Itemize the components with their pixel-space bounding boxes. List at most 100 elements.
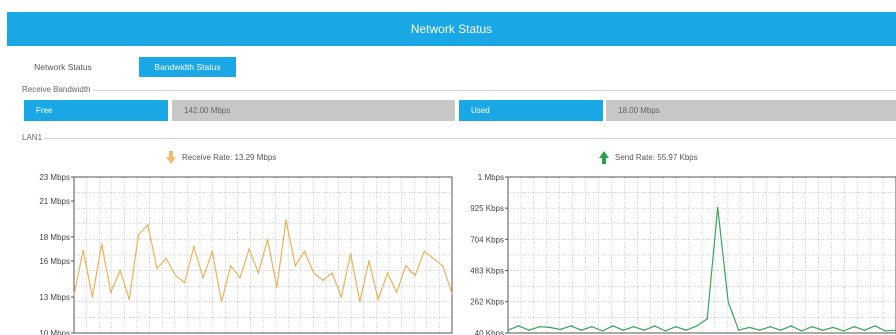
free-label: Free xyxy=(24,100,168,121)
send-rate-point xyxy=(643,329,646,332)
arrow-up-icon xyxy=(599,151,609,164)
receive-y-tick-label: 21 Mbps xyxy=(39,197,70,206)
send-rate-point xyxy=(706,318,708,320)
receive-rate-point xyxy=(248,248,250,250)
receive-rate-point xyxy=(414,274,416,277)
receive-rate-point xyxy=(229,265,232,267)
receive-chart-grid xyxy=(74,177,452,333)
send-rate-point xyxy=(601,330,604,332)
free-label-text: Free xyxy=(36,106,53,115)
used-bandwidth-value: 18.00 Mbps xyxy=(606,100,896,121)
send-y-tick-label: 262 Kbps xyxy=(470,298,504,307)
send-rate-point xyxy=(622,329,625,332)
receive-rate-point xyxy=(183,281,186,284)
send-chart-grid xyxy=(508,177,896,333)
receive-rate-point xyxy=(386,272,389,274)
receive-rate-point xyxy=(377,298,380,301)
send-rate-point xyxy=(570,325,572,327)
send-rate-point xyxy=(821,329,824,332)
send-rate-point xyxy=(832,326,834,329)
send-y-tick-label: 925 Kbps xyxy=(470,204,504,213)
receive-rate-point xyxy=(442,265,444,267)
receive-y-tick-label: 18 Mbps xyxy=(39,233,70,242)
send-rate-text: Send Rate: 55.97 Kbps xyxy=(615,153,698,162)
send-rate-point xyxy=(612,325,614,327)
tab-network-status[interactable]: Network Status xyxy=(20,57,106,77)
receive-rate-point xyxy=(220,301,223,303)
send-rate-point xyxy=(517,325,520,327)
send-rate-point xyxy=(591,325,593,328)
send-rate-point xyxy=(874,325,876,327)
send-rate-point xyxy=(685,329,688,332)
arrow-down-icon xyxy=(166,151,176,164)
used-label-text: Used xyxy=(471,106,490,115)
send-y-tick-label: 483 Kbps xyxy=(470,267,504,276)
bandwidth-charts: 23 Mbps 21 Mbps 18 Mbps 16 Mbps 13 Mbps 10 Mb… xyxy=(39,173,896,335)
receive-rate-point xyxy=(128,298,131,301)
receive-rate-point xyxy=(239,277,241,279)
send-rate-point xyxy=(853,325,855,328)
page-title: Network Status xyxy=(410,22,493,36)
lan-divider xyxy=(24,138,896,139)
receive-rate-point xyxy=(91,296,94,298)
receive-rate-point xyxy=(211,250,214,253)
receive-rate-point xyxy=(156,267,158,270)
receive-rate-point xyxy=(82,249,84,251)
tab-network-status-label: Network Status xyxy=(34,62,92,72)
receive-rate-point xyxy=(73,293,75,296)
send-rate-point xyxy=(758,329,761,332)
send-rate-point xyxy=(528,329,530,332)
send-y-tick-label: 40 Kbps xyxy=(475,329,504,335)
send-rate-points xyxy=(507,206,896,332)
receive-rate-point xyxy=(322,279,324,282)
send-rate-point xyxy=(779,329,782,332)
send-rate-point xyxy=(538,325,541,328)
send-rate-point xyxy=(549,326,551,329)
receive-rate: Receive Rate: 13.29 Mbps xyxy=(166,151,276,164)
send-rate-point xyxy=(633,325,635,328)
receive-rate-point xyxy=(165,257,167,260)
receive-rate-point xyxy=(349,253,352,255)
receive-rate-series-line xyxy=(73,220,453,302)
receive-y-tick-label: 23 Mbps xyxy=(39,173,70,182)
receive-rate-point xyxy=(395,291,398,294)
send-rate-point xyxy=(664,330,667,332)
send-y-tick-label: 1 Mbps xyxy=(478,173,504,182)
send-rate-point xyxy=(884,330,887,332)
free-bandwidth-value: 142.00 Mbps xyxy=(172,100,455,121)
tab-bandwidth-status[interactable]: Bandwidth Status xyxy=(139,57,236,77)
send-rate-point xyxy=(811,325,813,328)
used-label: Used xyxy=(459,100,603,121)
send-rate-point xyxy=(654,325,656,327)
receive-rate-point xyxy=(174,274,177,277)
receive-y-tick-label: 10 Mbps xyxy=(39,329,70,335)
receive-bandwidth-heading: Receive Bandwidth xyxy=(22,85,94,94)
send-chart-frame xyxy=(507,176,896,334)
receive-rate-point xyxy=(451,292,453,295)
send-rate-point xyxy=(675,325,677,328)
receive-rate-point xyxy=(202,277,204,279)
receive-rate-point xyxy=(100,243,103,245)
send-rate-chart: 1 Mbps 925 Kbps 704 Kbps 483 Kbps 262 Kbps 40… xyxy=(470,173,896,335)
send-rate-point xyxy=(769,325,771,328)
free-bandwidth-text: 142.00 Mbps xyxy=(184,106,231,115)
receive-rate-point xyxy=(193,245,195,248)
receive-rate-point xyxy=(312,272,315,274)
send-y-tick-label: 704 Kbps xyxy=(470,235,504,244)
send-rate-point xyxy=(559,328,562,331)
receive-rate-point xyxy=(331,272,333,274)
receive-rate-point xyxy=(405,265,407,267)
receive-rate-point xyxy=(147,224,149,226)
send-rate-point xyxy=(790,325,792,327)
receive-rate-point xyxy=(303,250,306,253)
receive-rate-point xyxy=(257,272,260,274)
send-rate-point xyxy=(727,301,729,303)
send-rate-point xyxy=(737,329,740,332)
receive-rate-text: Receive Rate: 13.29 Mbps xyxy=(182,153,277,162)
used-bandwidth-text: 18.00 Mbps xyxy=(618,106,660,115)
send-rate-point xyxy=(863,329,866,332)
send-rate-point xyxy=(580,329,583,332)
receive-rate-point xyxy=(110,291,112,294)
receive-rate-point xyxy=(266,238,269,241)
receive-y-tick-label: 16 Mbps xyxy=(39,257,70,266)
